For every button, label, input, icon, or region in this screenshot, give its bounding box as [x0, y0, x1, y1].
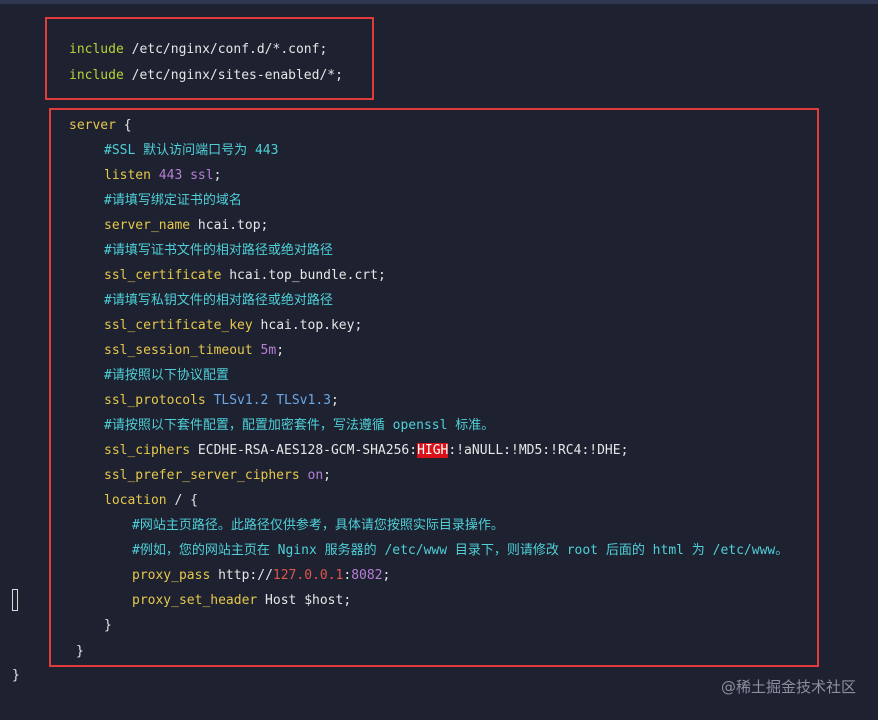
code-line-proxy-pass: proxy_pass http://127.0.0.1:8082; [132, 568, 391, 583]
comment-ciphers: #请按照以下套件配置，配置加密套件，写法遵循 openssl 标准。 [104, 418, 495, 433]
comment-home-path: #网站主页路径。此路径仅供参考，具体请您按照实际目录操作。 [132, 518, 504, 533]
code-line-close-http: } [12, 668, 20, 683]
code-line-close-location: } [104, 618, 112, 633]
search-highlight: HIGH [417, 443, 449, 458]
code-line-ssl-protocols: ssl_protocols TLSv1.2 TLSv1.3; [104, 393, 339, 408]
window-top-bar [0, 0, 878, 4]
code-line-ssl-ciphers: ssl_ciphers ECDHE-RSA-AES128-GCM-SHA256:… [104, 443, 629, 458]
comment-ssl-port: #SSL 默认访问端口号为 443 [104, 143, 279, 158]
text-cursor[interactable] [12, 589, 18, 611]
code-line-include-conf: include /etc/nginx/conf.d/*.conf; [69, 42, 328, 57]
watermark: @稀土掘金技术社区 [720, 678, 856, 696]
code-line-ssl-certificate: ssl_certificate hcai.top_bundle.crt; [104, 268, 386, 283]
comment-domain: #请填写绑定证书的域名 [104, 193, 242, 208]
code-line-listen: listen 443 ssl; [104, 168, 222, 183]
code-line-ssl-session-timeout: ssl_session_timeout 5m; [104, 343, 285, 358]
code-line-include-sites: include /etc/nginx/sites-enabled/*; [69, 68, 343, 83]
comment-example: #例如，您的网站主页在 Nginx 服务器的 /etc/www 目录下，则请修改… [132, 543, 789, 558]
code-line-ssl-prefer: ssl_prefer_server_ciphers on; [104, 468, 331, 483]
code-line-close-server: } [76, 644, 84, 659]
code-line-proxy-set-header: proxy_set_header Host $host; [132, 593, 352, 608]
comment-protocol: #请按照以下协议配置 [104, 368, 229, 383]
code-line-location: location / { [104, 493, 198, 508]
code-line-ssl-certificate-key: ssl_certificate_key hcai.top.key; [104, 318, 363, 333]
comment-key-path: #请填写私钥文件的相对路径或绝对路径 [104, 293, 333, 308]
code-line-server-name: server_name hcai.top; [104, 218, 269, 233]
comment-cert-path: #请填写证书文件的相对路径或绝对路径 [104, 243, 333, 258]
code-line-server: server { [69, 118, 132, 133]
